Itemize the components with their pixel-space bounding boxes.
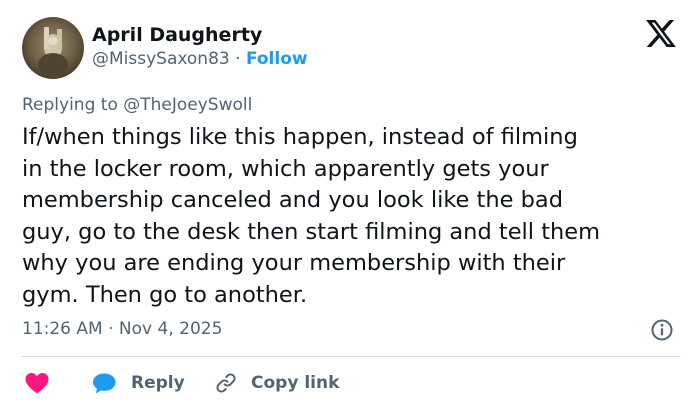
reply-label: Reply (131, 373, 185, 393)
tweet-text: If/when things like this happen, instead… (22, 124, 601, 308)
heart-icon (25, 373, 49, 394)
replying-to: Replying to @TheJoeySwoll (22, 94, 252, 116)
tweet-time: 11:26 AM (22, 319, 103, 339)
replying-prefix: Replying to (22, 95, 124, 115)
tweet-date: Nov 4, 2025 (118, 319, 223, 339)
avatar-photo (22, 17, 84, 79)
tweet-timestamp[interactable]: 11:26 AM · Nov 4, 2025 (22, 318, 222, 340)
author-meta: @MissySaxon83 · Follow (92, 48, 308, 70)
copy-link-button[interactable]: Copy link (214, 369, 339, 397)
follow-button[interactable]: Follow (246, 49, 308, 69)
info-icon[interactable] (650, 318, 674, 342)
author-name[interactable]: April Daugherty (92, 23, 262, 47)
link-icon (216, 373, 236, 393)
divider (22, 356, 680, 357)
author-handle[interactable]: @MissySaxon83 (92, 49, 230, 69)
replying-handle[interactable]: @TheJoeySwoll (123, 95, 252, 115)
like-button[interactable] (24, 369, 50, 397)
speech-bubble-icon (93, 373, 116, 394)
copy-link-label: Copy link (251, 373, 340, 393)
timestamp-separator: · (108, 319, 114, 339)
reply-button[interactable]: Reply (92, 369, 185, 397)
meta-separator: · (235, 49, 241, 69)
x-logo-icon[interactable] (646, 20, 676, 47)
tweet-actions: Reply Copy link (0, 369, 700, 397)
author-avatar[interactable] (22, 17, 84, 79)
